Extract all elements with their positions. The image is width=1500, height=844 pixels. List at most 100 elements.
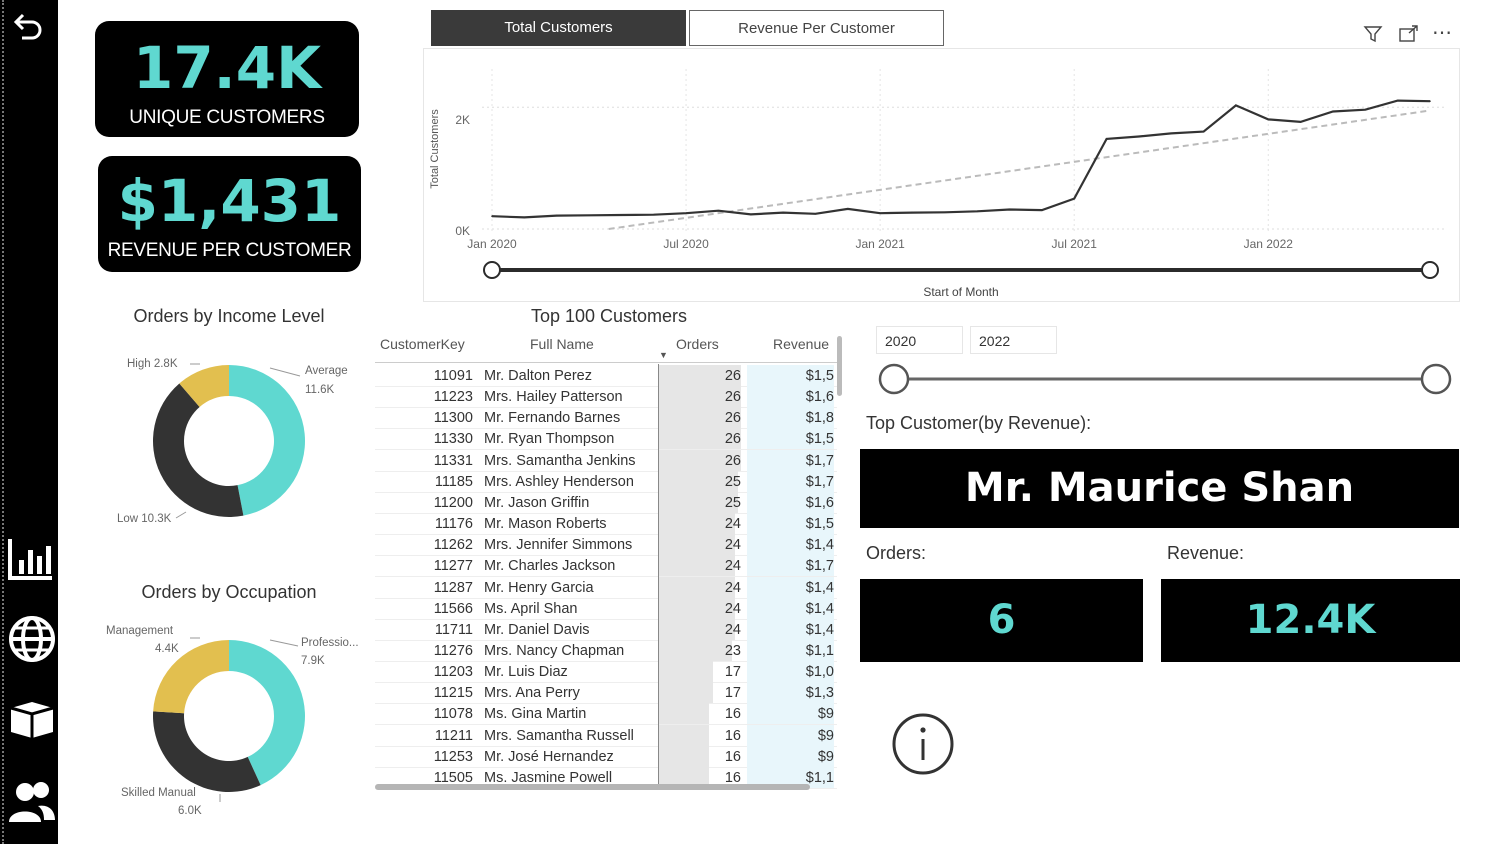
data-point [911, 211, 914, 214]
cell-orders: 24 [724, 621, 741, 638]
cell-orders: 16 [724, 727, 741, 744]
table-row[interactable]: 11300 Mr. Fernando Barnes 26 $1,8 [375, 407, 837, 430]
tab-total-customers[interactable]: Total Customers [431, 10, 686, 46]
table-row[interactable]: 11287 Mr. Henry Garcia 24 $1,4 [375, 576, 837, 599]
table-row[interactable]: 11078 Ms. Gina Martin 16 $9 [375, 703, 837, 726]
data-point [1008, 208, 1011, 211]
more-options-icon[interactable]: ⋯ [1432, 20, 1453, 45]
y-tick-0k: 0K [455, 224, 470, 238]
box-icon[interactable] [8, 700, 56, 740]
data-point [717, 209, 720, 212]
vertical-scrollbar[interactable] [837, 336, 842, 396]
table-row[interactable]: 11277 Mr. Charles Jackson 24 $1,7 [375, 555, 837, 578]
table-row[interactable]: 11185 Mrs. Ashley Henderson 25 $1,7 [375, 470, 837, 493]
x-tick-label: Jan 2022 [1244, 237, 1294, 251]
cell-customer-key: 11185 [434, 473, 473, 490]
donut-slice-average[interactable] [229, 365, 306, 516]
cell-orders: 17 [724, 685, 741, 702]
tab-revenue-per-customer[interactable]: Revenue Per Customer [689, 10, 944, 46]
table-row[interactable]: 11200 Mr. Jason Griffin 25 $1,6 [375, 491, 837, 514]
table-row[interactable]: 11203 Mr. Luis Diaz 17 $1,0 [375, 661, 837, 684]
cell-full-name: Mrs. Hailey Patterson [484, 389, 623, 406]
cell-orders: 25 [724, 494, 741, 511]
x-tick-label: Jan 2020 [467, 237, 517, 251]
donut-slice-skilled-manual[interactable] [152, 711, 261, 792]
data-point [523, 216, 526, 219]
cell-orders: 24 [724, 537, 741, 554]
table-row[interactable]: 11091 Mr. Dalton Perez 26 $1,5 [375, 365, 837, 387]
bar-chart-icon[interactable] [7, 536, 55, 582]
header-revenue[interactable]: Revenue [773, 336, 829, 352]
occupation-chart-title: Orders by Occupation [141, 582, 317, 602]
cell-customer-key: 11215 [433, 685, 473, 702]
data-point [652, 213, 655, 216]
table-row[interactable]: 11330 Mr. Ryan Thompson 26 $1,5 [375, 428, 837, 451]
occupation-label-management-name: Management [106, 625, 174, 637]
table-row[interactable]: 11566 Ms. April Shan 24 $1,4 [375, 597, 837, 620]
header-customer-key[interactable]: CustomerKey [380, 336, 465, 352]
income-label-low: Low 10.3K [117, 513, 172, 525]
data-point [1332, 110, 1334, 113]
table-row[interactable]: 11176 Mr. Mason Roberts 24 $1,5 [375, 513, 837, 536]
cell-revenue: $1,4 [805, 579, 834, 596]
data-point [846, 208, 849, 210]
cell-full-name: Mr. Charles Jackson [484, 558, 616, 575]
table-row[interactable]: 11253 Mr. José Hernandez 16 $9 [375, 745, 837, 768]
cell-orders: 26 [724, 431, 741, 448]
horizontal-scrollbar[interactable] [375, 784, 810, 790]
header-full-name[interactable]: Full Name [530, 336, 594, 352]
year-slider-start-handle[interactable] [878, 363, 910, 395]
cell-customer-key: 11331 [433, 452, 473, 469]
focus-mode-icon[interactable] [1398, 24, 1420, 44]
cell-revenue: $1,5 [805, 431, 834, 448]
cell-revenue: $1,0 [805, 664, 834, 681]
cell-revenue: $1,1 [805, 642, 834, 659]
top-customer-name: Mr. Maurice Shan [964, 465, 1355, 511]
cell-full-name: Mrs. Ana Perry [484, 685, 580, 702]
x-tick-label: Jan 2021 [855, 237, 905, 251]
globe-icon[interactable] [8, 614, 56, 664]
income-label-average-name: Average [305, 365, 348, 377]
filter-icon[interactable] [1363, 24, 1383, 44]
info-icon[interactable] [891, 712, 955, 776]
year-end-input[interactable]: 2022 [970, 326, 1057, 354]
data-point [588, 214, 590, 217]
data-point [879, 212, 881, 214]
top-customers-table: CustomerKey Full Name Orders ▼ Revenue 1… [375, 330, 845, 790]
data-point [749, 213, 752, 216]
revenue-per-customer-label: REVENUE PER CUSTOMER [107, 240, 352, 261]
cell-customer-key: 11091 [433, 368, 473, 384]
cell-customer-key: 11223 [433, 389, 473, 406]
data-point [1073, 197, 1076, 200]
cell-full-name: Mr. Henry Garcia [484, 579, 594, 596]
table-row[interactable]: 11223 Mrs. Hailey Patterson 26 $1,6 [375, 386, 837, 409]
table-row[interactable]: 11276 Mrs. Nancy Chapman 23 $1,1 [375, 639, 837, 662]
header-orders[interactable]: Orders [676, 336, 719, 352]
table-row[interactable]: 11215 Mrs. Ana Perry 17 $1,3 [375, 682, 837, 705]
cell-customer-key: 11277 [433, 558, 473, 575]
data-point [685, 212, 687, 214]
x-tick-label: Jul 2020 [663, 237, 709, 251]
table-row[interactable]: 11211 Mrs. Samantha Russell 16 $9 [375, 724, 837, 747]
year-slider[interactable] [876, 362, 1454, 396]
table-row[interactable]: 11711 Mr. Daniel Davis 24 $1,4 [375, 618, 837, 641]
cell-revenue: $1,4 [805, 537, 834, 554]
date-range-slider-start-handle[interactable] [483, 261, 501, 279]
users-icon[interactable] [8, 780, 56, 824]
date-range-slider-end-handle[interactable] [1421, 261, 1439, 279]
cell-revenue: $1,4 [805, 621, 834, 638]
table-row[interactable]: 11331 Mrs. Samantha Jenkins 26 $1,7 [375, 449, 837, 472]
cell-full-name: Ms. April Shan [484, 600, 578, 617]
cell-orders: 24 [724, 579, 741, 596]
cell-revenue: $1,4 [805, 600, 834, 617]
income-donut-chart: High 2.8K Average 11.6K Low 10.3K [117, 358, 348, 525]
table-row[interactable]: 11262 Mrs. Jennifer Simmons 24 $1,4 [375, 534, 837, 557]
nav-border [2, 0, 6, 844]
back-arrow-icon[interactable] [10, 10, 44, 44]
year-start-input[interactable]: 2020 [876, 326, 963, 354]
data-point [944, 211, 946, 214]
revenue-per-customer-value: $1,431 [117, 167, 342, 235]
income-label-high: High 2.8K [127, 358, 178, 370]
x-axis-label: Start of Month [923, 285, 998, 299]
year-slider-end-handle[interactable] [1420, 363, 1452, 395]
